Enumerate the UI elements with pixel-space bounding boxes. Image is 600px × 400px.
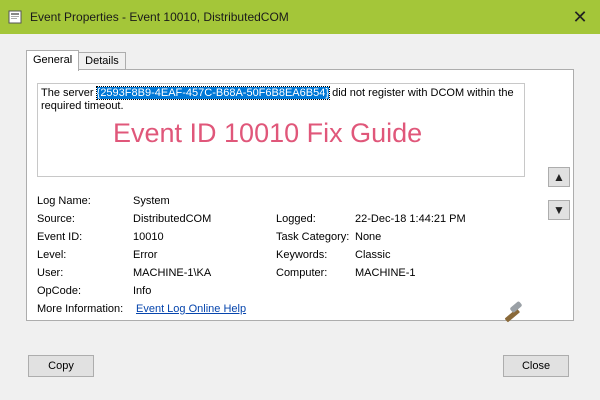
opcode-label: OpCode: bbox=[37, 285, 82, 297]
event-viewer-icon bbox=[8, 10, 22, 24]
user-value: MACHINE-1\KA bbox=[133, 267, 212, 279]
title-bar[interactable]: Event Properties - Event 10010, Distribu… bbox=[0, 0, 600, 34]
logged-value: 22-Dec-18 1:44:21 PM bbox=[355, 213, 466, 225]
event-id-label: Event ID: bbox=[37, 231, 83, 243]
level-label: Level: bbox=[37, 249, 67, 261]
close-icon: ✕ bbox=[572, 6, 588, 27]
description-line2: required timeout. bbox=[41, 100, 124, 112]
keywords-label: Keywords: bbox=[276, 249, 328, 261]
computer-value: MACHINE-1 bbox=[355, 267, 416, 279]
description-selected-guid[interactable]: {2593F8B9-4EAF-457C-B68A-50F6B8EA6B54} bbox=[95, 86, 331, 100]
general-tab-panel: The server {2593F8B9-4EAF-457C-B68A-50F6… bbox=[26, 69, 574, 321]
window-close-button[interactable]: ✕ bbox=[560, 0, 600, 34]
arrow-down-icon: ▼ bbox=[553, 203, 565, 217]
copy-tool-icon bbox=[504, 301, 522, 323]
log-name-value: System bbox=[133, 195, 170, 207]
copy-button[interactable]: Copy bbox=[28, 355, 94, 377]
close-button[interactable]: Close bbox=[503, 355, 569, 377]
window-title: Event Properties - Event 10010, Distribu… bbox=[30, 10, 289, 24]
computer-label: Computer: bbox=[276, 267, 328, 279]
previous-event-button[interactable]: ▲ bbox=[548, 167, 570, 187]
overlay-guide-title: Event ID 10010 Fix Guide bbox=[113, 118, 423, 148]
log-name-label: Log Name: bbox=[37, 195, 91, 207]
arrow-up-icon: ▲ bbox=[553, 170, 565, 184]
keywords-value: Classic bbox=[355, 249, 391, 261]
tab-general[interactable]: General bbox=[26, 50, 80, 71]
opcode-value: Info bbox=[133, 285, 152, 297]
task-category-label: Task Category: bbox=[276, 231, 350, 243]
event-log-online-help-link[interactable]: Event Log Online Help bbox=[136, 303, 246, 317]
task-category-value: None bbox=[355, 231, 382, 243]
next-event-button[interactable]: ▼ bbox=[548, 200, 570, 220]
more-info-label: More Information: bbox=[37, 303, 124, 315]
source-label: Source: bbox=[37, 213, 75, 225]
event-id-value: 10010 bbox=[133, 231, 164, 243]
description-suffix: did not register with DCOM within the bbox=[329, 87, 514, 99]
logged-label: Logged: bbox=[276, 213, 316, 225]
tab-details[interactable]: Details bbox=[78, 52, 126, 70]
tab-strip: General Details bbox=[26, 50, 126, 71]
user-label: User: bbox=[37, 267, 64, 279]
description-prefix: The server bbox=[41, 87, 97, 99]
source-value: DistributedCOM bbox=[133, 213, 212, 225]
level-value: Error bbox=[133, 249, 158, 261]
